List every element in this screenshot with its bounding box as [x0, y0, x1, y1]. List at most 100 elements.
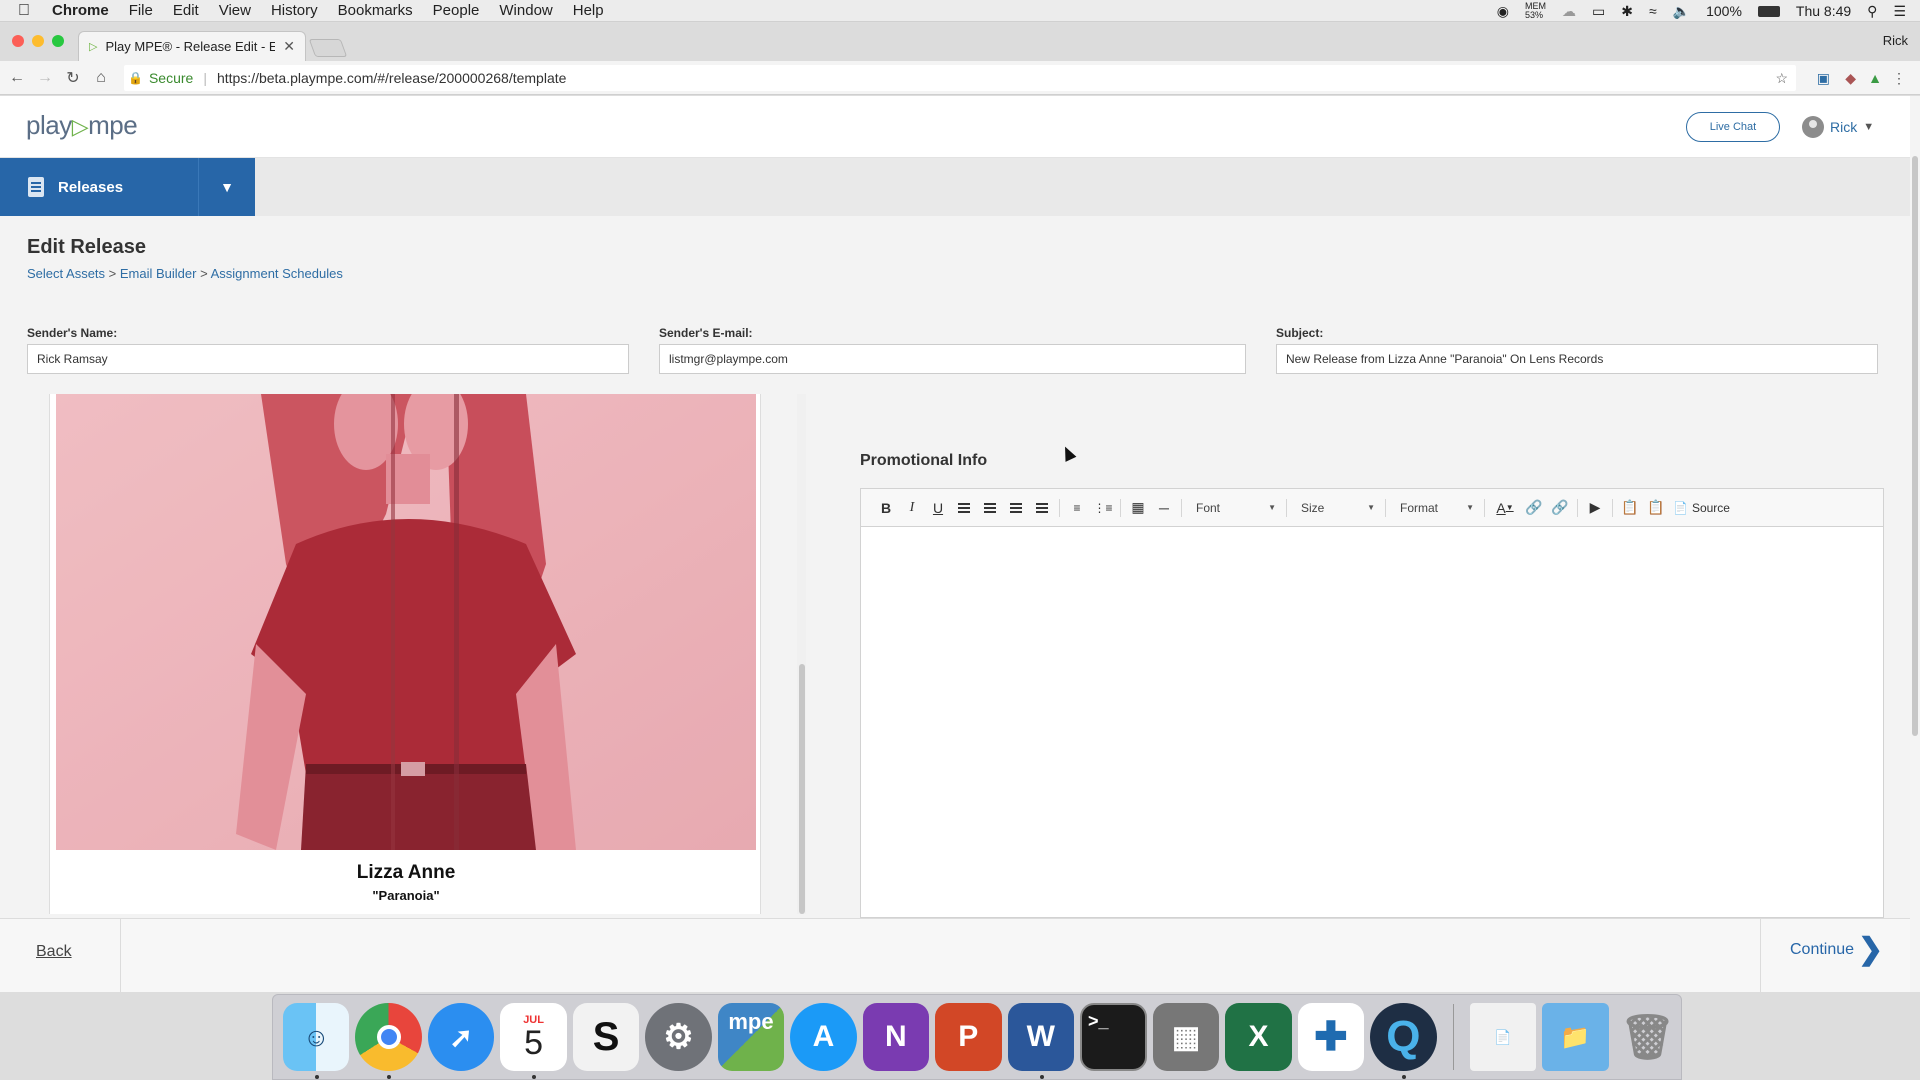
menu-edit[interactable]: Edit: [173, 2, 199, 19]
applications-folder-icon[interactable]: 📁: [1542, 1003, 1609, 1071]
url-text[interactable]: https://beta.plaympe.com/#/release/20000…: [217, 70, 566, 86]
menu-people[interactable]: People: [433, 2, 480, 19]
user-menu[interactable]: Rick ▼: [1802, 116, 1874, 138]
sender-name-field[interactable]: Rick Ramsay: [27, 344, 629, 374]
align-center-icon[interactable]: [977, 497, 1003, 519]
chrome-menu-icon[interactable]: ⋮: [1892, 70, 1906, 87]
reload-icon[interactable]: ↻: [62, 68, 84, 88]
plaympe-logo[interactable]: play▷mpe: [26, 110, 138, 141]
align-left-icon[interactable]: [951, 497, 977, 519]
new-tab-button[interactable]: [308, 39, 348, 57]
menu-bookmarks[interactable]: Bookmarks: [338, 2, 413, 19]
excel-icon[interactable]: X: [1225, 1003, 1292, 1071]
link-icon[interactable]: 🔗: [1521, 497, 1547, 519]
crumb-email-builder[interactable]: Email Builder: [120, 266, 197, 281]
clock[interactable]: Thu 8:49: [1796, 3, 1851, 19]
nav-releases[interactable]: Releases: [0, 158, 198, 216]
menu-view[interactable]: View: [219, 2, 251, 19]
paste-icon[interactable]: 📋: [1617, 497, 1643, 519]
nav-releases-dropdown[interactable]: ▼: [198, 158, 255, 216]
spotlight-search-icon[interactable]: ⚲: [1867, 3, 1877, 20]
font-dropdown[interactable]: Font ▼: [1186, 497, 1282, 519]
record-icon[interactable]: ◉: [1497, 3, 1509, 20]
zoom-window-button[interactable]: [52, 35, 64, 47]
notification-center-icon[interactable]: ☰: [1893, 3, 1906, 20]
google-drive-icon[interactable]: ▲: [1868, 70, 1882, 86]
source-button[interactable]: 📄 Source: [1669, 497, 1734, 519]
page-scrollbar[interactable]: [1910, 96, 1920, 992]
minimize-window-button[interactable]: [32, 35, 44, 47]
menu-help[interactable]: Help: [573, 2, 604, 19]
calendar-icon[interactable]: JUL 5: [500, 1003, 567, 1079]
preview-scrollbar-thumb[interactable]: [799, 664, 805, 914]
extension-icon-1[interactable]: ▣: [1817, 70, 1830, 87]
bluetooth-icon[interactable]: ✱: [1621, 3, 1633, 20]
tableau-icon[interactable]: ✚: [1297, 1003, 1365, 1071]
onenote-icon[interactable]: N: [862, 1003, 930, 1071]
bookmark-star-icon[interactable]: ☆: [1775, 70, 1788, 87]
unlink-icon[interactable]: 🔗: [1547, 497, 1573, 519]
battery-icon[interactable]: [1757, 5, 1780, 17]
bulleted-list-icon[interactable]: ⋮≡: [1090, 497, 1116, 519]
browser-profile-name[interactable]: Rick: [1883, 33, 1908, 48]
live-chat-button[interactable]: Live Chat: [1686, 112, 1780, 142]
system-preferences-icon[interactable]: ⚙: [645, 1003, 712, 1071]
back-arrow-icon[interactable]: ←: [6, 69, 28, 87]
extension-icon-2[interactable]: ◆: [1845, 70, 1856, 87]
chrome-icon[interactable]: [355, 1003, 422, 1079]
tab-close-icon[interactable]: ✕: [283, 38, 295, 55]
cloud-icon[interactable]: ☁: [1562, 3, 1576, 20]
underline-button[interactable]: U: [925, 497, 951, 519]
horizontal-rule-icon[interactable]: ─: [1151, 497, 1177, 519]
battery-percent[interactable]: 100%: [1706, 3, 1742, 19]
editor-content-area[interactable]: [861, 527, 1883, 919]
align-right-icon[interactable]: [1003, 497, 1029, 519]
calculator-icon[interactable]: ▦: [1152, 1003, 1220, 1071]
terminal-icon[interactable]: >_: [1079, 1003, 1147, 1071]
continue-button[interactable]: Continue ❯: [1790, 935, 1883, 965]
word-icon[interactable]: W: [1007, 1003, 1074, 1079]
chevron-down-icon: ▼: [1863, 121, 1875, 133]
home-icon[interactable]: ⌂: [90, 69, 112, 87]
wifi-icon[interactable]: ≈: [1649, 3, 1657, 19]
page-scrollbar-thumb[interactable]: [1912, 156, 1918, 736]
back-link[interactable]: Back: [36, 943, 72, 961]
paste-text-icon[interactable]: 📋: [1643, 497, 1669, 519]
finder-icon[interactable]: ☺: [283, 1003, 350, 1079]
toolbar-divider: [1181, 498, 1182, 517]
justify-icon[interactable]: [1029, 497, 1055, 519]
mpe-app-icon[interactable]: mpe: [717, 1003, 785, 1071]
powerpoint-icon[interactable]: P: [935, 1003, 1002, 1071]
table-icon[interactable]: ▦: [1125, 497, 1151, 519]
menu-history[interactable]: History: [271, 2, 318, 19]
menu-app-name[interactable]: Chrome: [52, 2, 109, 19]
dropdown-caret-icon: ▼: [1268, 503, 1276, 512]
sketch-s-icon[interactable]: S: [572, 1003, 640, 1071]
mem-indicator[interactable]: MEM 53%: [1525, 2, 1546, 20]
sender-email-field[interactable]: listmgr@plaympe.com: [659, 344, 1246, 374]
numbered-list-icon[interactable]: ≡: [1064, 497, 1090, 519]
app-store-icon[interactable]: A: [790, 1003, 857, 1071]
crumb-select-assets[interactable]: Select Assets: [27, 266, 105, 281]
browser-tab-active[interactable]: ▷ Play MPE® - Release Edit - Em ✕: [78, 31, 306, 61]
trash-icon[interactable]: 🗑: [1615, 1003, 1681, 1071]
volume-icon[interactable]: 🔈: [1673, 3, 1690, 20]
airplay-icon[interactable]: ▭: [1592, 3, 1605, 20]
quicktime-icon[interactable]: Q: [1370, 1003, 1437, 1079]
close-window-button[interactable]: [12, 35, 24, 47]
italic-button[interactable]: I: [899, 497, 925, 519]
media-play-icon[interactable]: ▶: [1582, 497, 1608, 519]
csv-file-icon[interactable]: 📄: [1469, 1003, 1537, 1071]
bold-button[interactable]: B: [873, 497, 899, 519]
size-dropdown[interactable]: Size ▼: [1291, 497, 1381, 519]
subject-field[interactable]: New Release from Lizza Anne "Paranoia" O…: [1276, 344, 1878, 374]
crumb-assignment-schedules[interactable]: Assignment Schedules: [211, 266, 343, 281]
forward-arrow-icon[interactable]: →: [34, 69, 56, 87]
safari-icon[interactable]: ➚: [427, 1003, 495, 1071]
apple-menu-icon[interactable]: : [18, 2, 30, 20]
menu-file[interactable]: File: [129, 2, 153, 19]
address-bar[interactable]: 🔒 Secure | https://beta.plaympe.com/#/re…: [124, 65, 1796, 91]
text-color-button[interactable]: A ▼: [1489, 497, 1521, 519]
menu-window[interactable]: Window: [499, 2, 552, 19]
format-dropdown[interactable]: Format ▼: [1390, 497, 1480, 519]
